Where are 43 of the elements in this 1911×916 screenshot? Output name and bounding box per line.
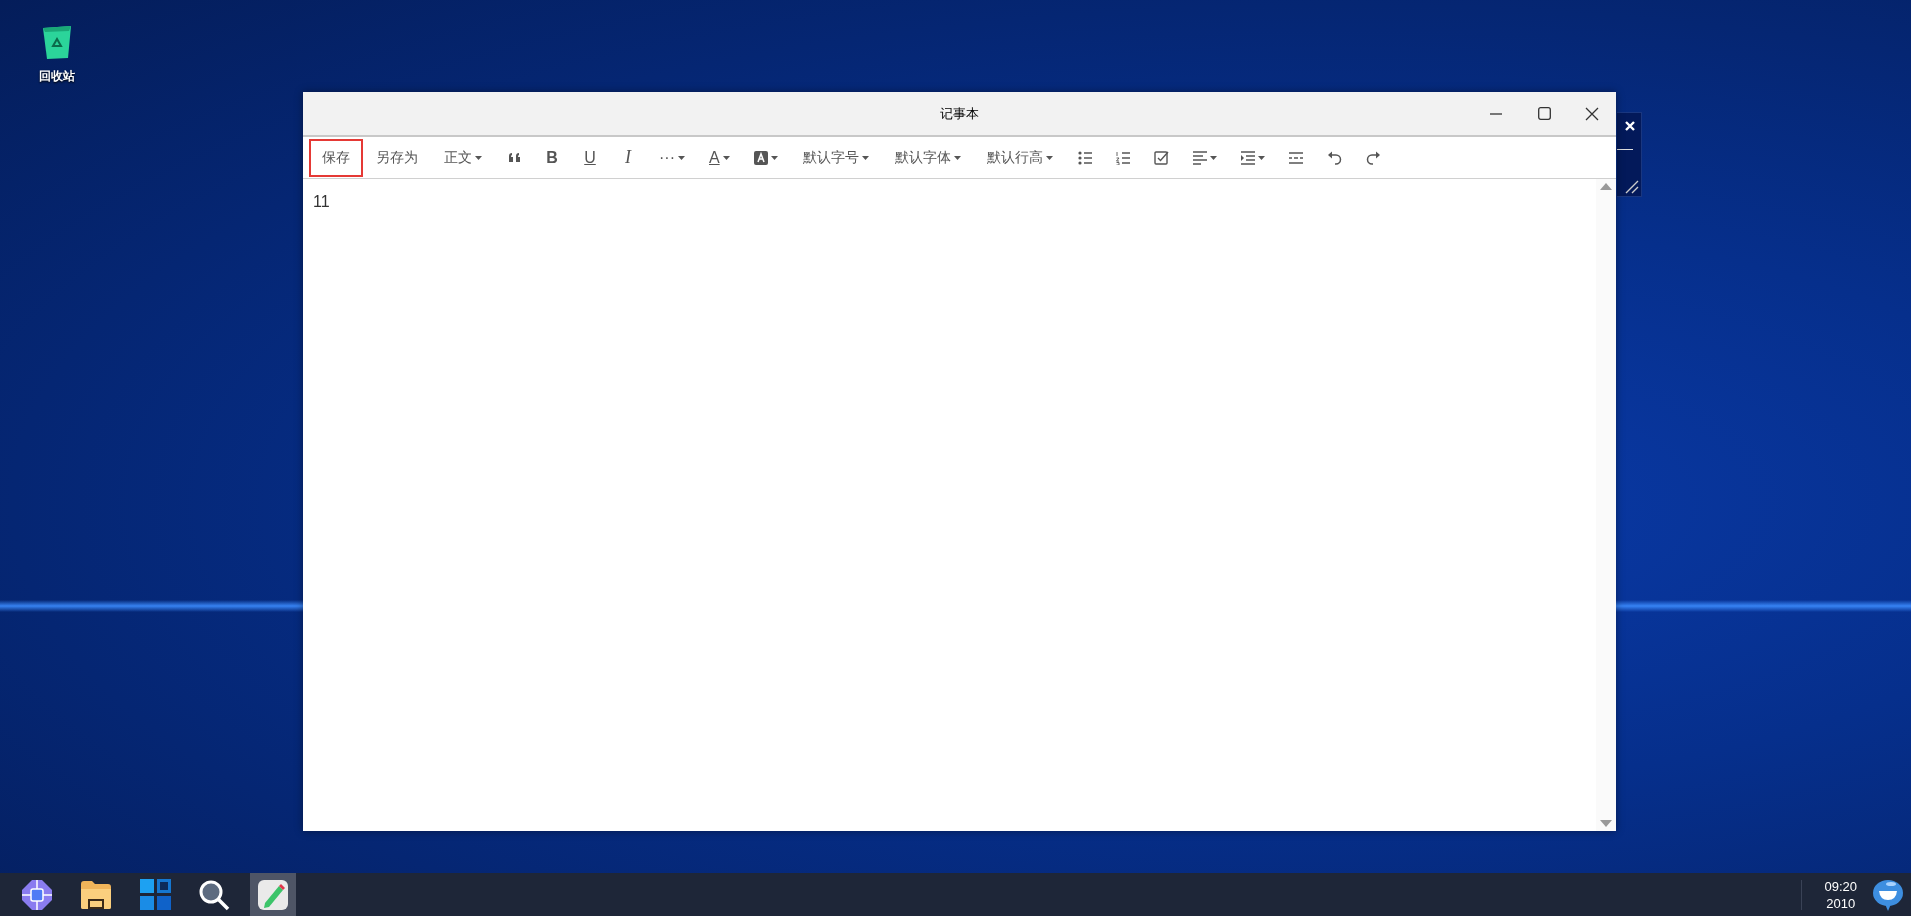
clock-time: 09:20 (1824, 877, 1857, 895)
editor-area[interactable]: 11 (303, 179, 1596, 831)
bulleted-list-icon (1077, 150, 1092, 165)
toolbar-button[interactable]: A (697, 138, 742, 177)
toolbar-button[interactable]: B (533, 138, 571, 177)
text-highlight-icon (753, 150, 768, 165)
document-text: 11 (313, 193, 330, 211)
quote-icon (507, 152, 521, 163)
resize-grip-icon[interactable] (1625, 180, 1639, 194)
undo-icon (1326, 150, 1342, 165)
chat-bubble-icon[interactable] (1871, 877, 1905, 912)
clock-year: 2010 (1826, 894, 1856, 912)
align-left-icon (1192, 150, 1207, 165)
horizontal-rule-icon (1288, 150, 1303, 165)
search-icon (198, 878, 230, 911)
desktop-icon-label[interactable]: 回收站 (39, 68, 75, 85)
toolbar-button[interactable]: U (571, 138, 609, 177)
four-squares-icon (138, 878, 172, 911)
folder-icon (80, 878, 112, 911)
toolbar-button[interactable]: 默认行高 (973, 138, 1066, 177)
toolbar-button[interactable]: 默认字号 (789, 138, 882, 177)
background-window[interactable] (1617, 112, 1642, 197)
toolbar-button[interactable]: 正文 (431, 138, 495, 177)
toolbar-button[interactable]: ··· (647, 138, 697, 177)
numbered-list-icon (1115, 150, 1130, 165)
indent-icon (1240, 150, 1255, 165)
minimize-icon (1490, 112, 1502, 115)
toolbar-button[interactable]: 默认字体 (881, 138, 974, 177)
redo-icon (1365, 150, 1381, 165)
scroll-down-icon[interactable] (1600, 820, 1612, 827)
close-icon[interactable] (1625, 121, 1635, 131)
close-icon (1585, 106, 1599, 121)
window-title: 记事本 (940, 105, 979, 121)
maximize-icon (1537, 107, 1551, 120)
toolbar-button[interactable]: 保存 (309, 138, 363, 177)
octagon-logo-icon (21, 878, 53, 911)
pencil-icon (257, 878, 289, 911)
scroll-up-icon[interactable] (1600, 183, 1612, 190)
toolbar-button[interactable]: I (609, 138, 647, 177)
taskbar-app-button[interactable] (250, 873, 296, 916)
scrollbar[interactable] (1596, 179, 1616, 831)
toolbar-button[interactable]: 另存为 (363, 138, 431, 177)
task-list-icon (1153, 150, 1169, 165)
